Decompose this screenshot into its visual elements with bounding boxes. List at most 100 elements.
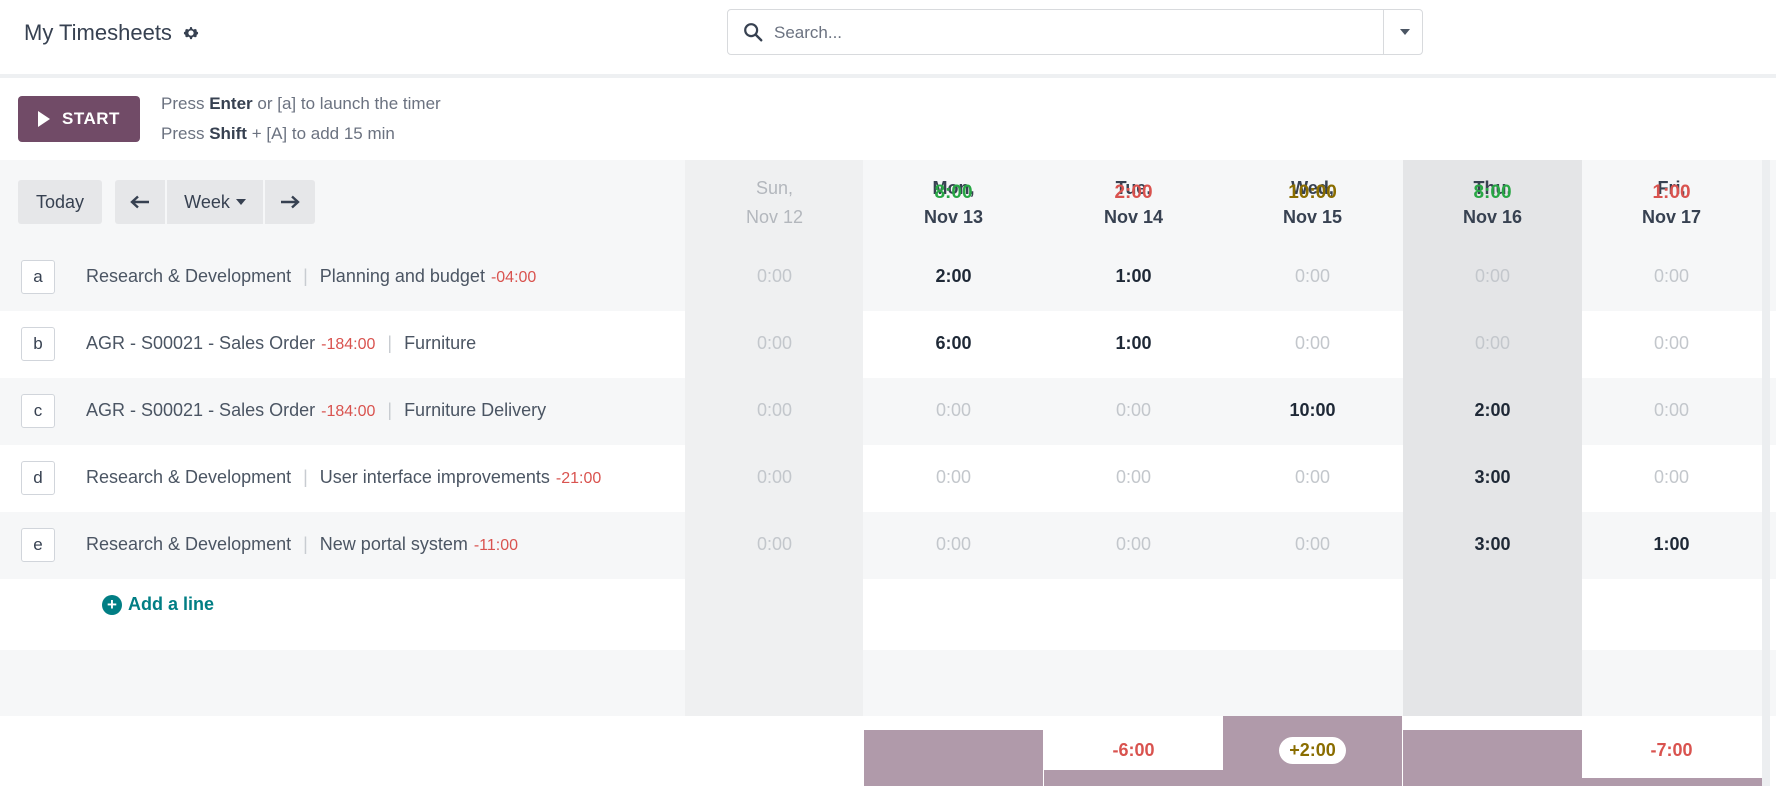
day-date: Nov 14 [1103, 207, 1164, 227]
hours-cell[interactable]: 0:00 [1582, 467, 1761, 488]
overtime-value: +2:00 [1223, 737, 1402, 764]
search-bar [727, 9, 1423, 55]
task-name: Planning and budget [319, 266, 485, 286]
arrow-left-icon [130, 195, 149, 209]
hint-text: or [a] to launch the timer [252, 94, 441, 113]
hours-cell[interactable]: 0:00 [1044, 400, 1223, 421]
overtime-bar-tue [1044, 770, 1223, 786]
hours-cell[interactable]: 0:00 [1582, 333, 1761, 354]
overtime-bar-thu [1403, 730, 1582, 786]
hint-text: Press [161, 94, 210, 113]
hours-cell[interactable]: 0:00 [685, 266, 864, 287]
timesheet-row-c: c AGR - S00021 - Sales Order -184:00 | Furni… [0, 378, 1776, 445]
timesheet-row-d: d Research & Development | User interface i… [0, 445, 1776, 512]
hours-cell[interactable]: 3:00 [1403, 534, 1582, 555]
week-label: Week [184, 191, 230, 212]
row-shortcut-key: e [21, 528, 55, 562]
daily-total: 10:00 [1288, 182, 1337, 203]
overtime-value: -7:00 [1650, 740, 1693, 760]
hours-cell[interactable]: 0:00 [864, 400, 1043, 421]
hours-cell[interactable]: 0:00 [1044, 534, 1223, 555]
hours-cell[interactable]: 0:00 [1403, 333, 1582, 354]
day-date: Nov 15 [1282, 207, 1343, 227]
week-scale-dropdown[interactable]: Week [167, 180, 263, 224]
hours-cell[interactable]: 0:00 [1044, 467, 1223, 488]
hours-cell[interactable]: 0:00 [1403, 266, 1582, 287]
task-name: Furniture [404, 333, 477, 353]
hours-cell[interactable]: 0:00 [1223, 534, 1402, 555]
day-date: Nov 12 [745, 207, 804, 227]
gear-icon[interactable] [182, 24, 200, 42]
hours-cell[interactable]: 1:00 [1044, 333, 1223, 354]
hours-cell[interactable]: 0:00 [685, 333, 864, 354]
row-shortcut-key: b [21, 327, 55, 361]
timesheet-row-e: e Research & Development | New portal syste… [0, 512, 1776, 579]
chevron-down-icon [1400, 29, 1410, 35]
row-label[interactable]: Research & Development | Planning and budg… [86, 266, 536, 287]
chevron-down-icon [235, 199, 246, 205]
overtime-value: -6:00 [1112, 740, 1155, 760]
hours-cell[interactable]: 1:00 [1044, 266, 1223, 287]
divider [0, 74, 1776, 78]
hours-cell[interactable]: 0:00 [685, 400, 864, 421]
previous-button[interactable] [115, 180, 165, 224]
control-panel: My Timesheets [0, 0, 1776, 66]
row-shortcut-key: a [21, 260, 55, 294]
page-title-text: My Timesheets [24, 20, 172, 45]
today-label: Today [35, 191, 85, 212]
arrow-right-icon [281, 195, 300, 209]
daily-total: 2:00 [1114, 182, 1153, 203]
add-line-button[interactable]: + Add a line [102, 594, 214, 615]
timer-hint-shift: Press Shift + [A] to add 15 min [161, 124, 395, 144]
separator: | [387, 400, 393, 420]
hours-cell[interactable]: 2:00 [1403, 400, 1582, 421]
start-timer-button[interactable]: START [18, 96, 140, 142]
task-remaining-hours: -21:00 [555, 470, 602, 487]
row-label[interactable]: Research & Development | New portal system… [86, 534, 518, 555]
task-name: New portal system [319, 534, 468, 554]
hours-cell[interactable]: 3:00 [1403, 467, 1582, 488]
separator: | [303, 534, 308, 554]
today-button[interactable]: Today [18, 180, 102, 224]
hours-cell[interactable]: 0:00 [1582, 400, 1761, 421]
hours-cell[interactable]: 0:00 [685, 534, 864, 555]
row-label[interactable]: Research & Development | User interface im… [86, 467, 601, 488]
daily-total: 8:00 [934, 182, 973, 203]
search-input[interactable] [772, 18, 1336, 48]
hours-cell[interactable]: 1:00 [1582, 534, 1761, 555]
hours-cell[interactable]: 0:00 [1223, 266, 1402, 287]
daily-total: 8:00 [1473, 182, 1512, 203]
search-filter-toggle[interactable] [1390, 10, 1420, 54]
day-date: Nov 17 [1641, 207, 1702, 227]
hours-cell[interactable]: 0:00 [1223, 467, 1402, 488]
overtime-bar-fri [1582, 778, 1762, 786]
project-remaining-hours: -184:00 [321, 403, 376, 420]
day-name: Sun, [755, 178, 794, 198]
overtime-bar-mon [864, 730, 1043, 786]
timesheet-row-a: a Research & Development | Planning and bud… [0, 244, 1776, 311]
hours-cell[interactable]: 2:00 [864, 266, 1043, 287]
plus-circle-icon: + [102, 594, 122, 615]
page-title: My Timesheets [24, 20, 200, 46]
hours-cell[interactable]: 10:00 [1223, 400, 1402, 421]
day-date: Nov 16 [1462, 207, 1523, 227]
hours-cell[interactable]: 0:00 [1582, 266, 1761, 287]
separator: | [303, 266, 308, 286]
row-label[interactable]: AGR - S00021 - Sales Order -184:00 | Furnit… [86, 400, 546, 421]
timesheet-grid: Today Week Sun, Nov 12 Mon, Nov 13 Tue, … [0, 160, 1776, 786]
hours-cell[interactable]: 6:00 [864, 333, 1043, 354]
hours-cell[interactable]: 0:00 [864, 534, 1043, 555]
task-remaining-hours: -04:00 [490, 269, 537, 286]
task-name: Furniture Delivery [404, 400, 547, 420]
next-button[interactable] [265, 180, 315, 224]
separator: | [303, 467, 308, 487]
add-line-label: Add a line [128, 594, 215, 614]
overtime-pill: +2:00 [1279, 737, 1346, 764]
row-label[interactable]: AGR - S00021 - Sales Order -184:00 | Furnit… [86, 333, 476, 354]
hint-key: Enter [209, 94, 253, 113]
day-header-sun: Sun, Nov 12 [685, 174, 864, 232]
project-name: Research & Development [86, 266, 292, 286]
hours-cell[interactable]: 0:00 [864, 467, 1043, 488]
hours-cell[interactable]: 0:00 [1223, 333, 1402, 354]
hours-cell[interactable]: 0:00 [685, 467, 864, 488]
